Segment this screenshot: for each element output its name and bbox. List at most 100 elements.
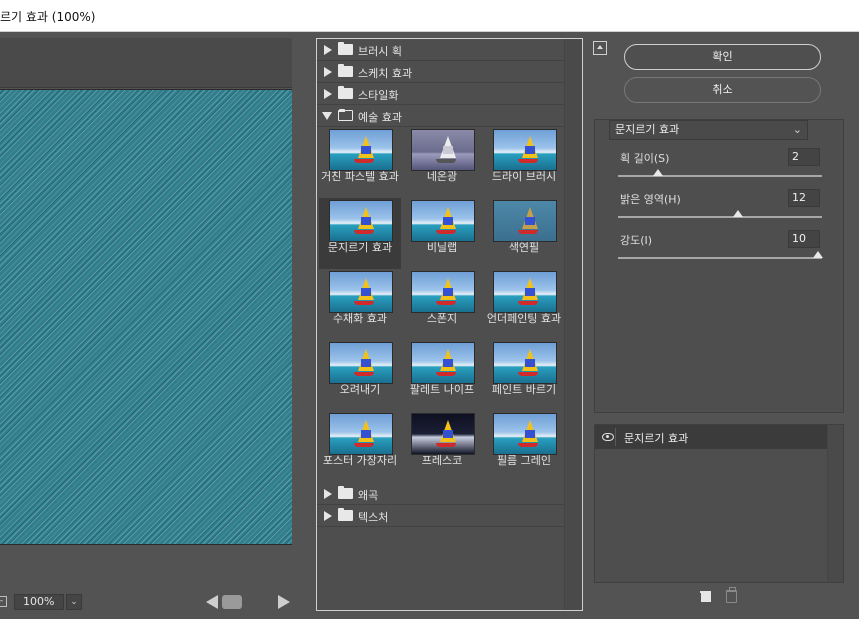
preview-canvas[interactable] (0, 89, 292, 545)
sailboat-hull (436, 230, 456, 234)
filter-thumbnail-image (329, 129, 393, 171)
sailboat-hull (518, 159, 538, 163)
sailboat-hull (518, 301, 538, 305)
folder-row[interactable]: 텍스처 (317, 505, 565, 527)
sailboat-sail2 (443, 146, 453, 154)
folder-row[interactable]: 예술 효과 (317, 105, 565, 127)
param-label: 강도(I) (620, 234, 653, 247)
collapse-gallery-icon[interactable] (593, 41, 607, 55)
cancel-button[interactable]: 취소 (624, 77, 821, 103)
filter-tile[interactable]: 포스터 가장자리 (319, 411, 401, 482)
new-effect-layer-icon[interactable] (698, 591, 711, 602)
zoom-dropdown-button[interactable]: ⌄ (66, 594, 82, 610)
filter-name: 수채화 효과 (332, 312, 388, 325)
scroll-left-icon[interactable] (206, 595, 218, 609)
filter-thumbnail-image (329, 413, 393, 455)
filter-name: 거친 파스텔 효과 (321, 170, 399, 183)
layers-scrollbar[interactable] (827, 425, 843, 582)
filter-gallery: 브러시 획 스케치 효과스타일화예술 효과 거친 파스텔 효과 네온광 드라이 브러시… (316, 38, 583, 611)
preview-statusbar: - 100% ⌄ (0, 592, 308, 612)
filter-name: 언더페인팅 효과 (486, 312, 562, 325)
param-value-input[interactable]: 12 (788, 189, 820, 207)
param-slider-thumb[interactable] (813, 251, 823, 258)
filter-tile[interactable]: 드라이 브러시 (483, 127, 565, 198)
filter-tile[interactable]: 색연필 (483, 198, 565, 269)
filter-tile[interactable]: 네온광 (401, 127, 483, 198)
sailboat-sail2 (443, 288, 453, 296)
folder-row[interactable]: 브러시 획 (317, 39, 565, 61)
trash-icon[interactable] (726, 587, 737, 603)
folder-icon (338, 86, 353, 99)
zoom-out-button[interactable]: - (0, 596, 7, 607)
folder-icon (338, 64, 353, 77)
window-title: 르기 효과 (100%) (0, 10, 96, 24)
filter-tile[interactable]: 거친 파스텔 효과 (319, 127, 401, 198)
triangle-down-icon[interactable] (322, 112, 332, 120)
sailboat-sail2 (443, 359, 453, 367)
zoom-level-field[interactable]: 100% (14, 594, 64, 610)
filter-thumbnail-image (411, 342, 475, 384)
filter-thumbnail-image (493, 342, 557, 384)
filter-tile[interactable]: 문지르기 효과 (319, 198, 401, 269)
filter-tile[interactable]: 비닐랩 (401, 198, 483, 269)
filter-tile[interactable]: 페인트 바르기 (483, 340, 565, 411)
param-slider-track[interactable] (618, 216, 822, 218)
folder-icon (338, 508, 353, 521)
filter-name: 드라이 브러시 (491, 170, 557, 183)
sailboat-hull (354, 443, 374, 447)
param-slider-track[interactable] (618, 175, 822, 177)
filter-name: 포스터 가장자리 (322, 454, 398, 467)
folder-row[interactable]: 스케치 효과 (317, 61, 565, 83)
sailboat-hull (518, 372, 538, 376)
filter-thumbnail-image (493, 413, 557, 455)
param-slider-thumb[interactable] (653, 169, 663, 176)
filter-tile[interactable]: 스폰지 (401, 269, 483, 340)
folder-row[interactable]: 왜곡 (317, 483, 565, 505)
preview-area (0, 38, 308, 590)
scroll-right-icon[interactable] (278, 595, 290, 609)
filter-tile[interactable]: 수채화 효과 (319, 269, 401, 340)
sailboat-sail2 (525, 359, 535, 367)
filter-thumbnails: 거친 파스텔 효과 네온광 드라이 브러시문지르기 효과 비닐랩 색연필수채화 효과 스폰… (317, 127, 565, 483)
filter-thumbnail-image (411, 413, 475, 455)
filter-tile[interactable]: 프레스코 (401, 411, 483, 482)
sailboat-hull (354, 372, 374, 376)
param-value-input[interactable]: 10 (788, 230, 820, 248)
folder-row[interactable]: 스타일화 (317, 83, 565, 105)
triangle-right-icon[interactable] (324, 489, 332, 499)
filter-name: 네온광 (426, 170, 458, 183)
triangle-right-icon[interactable] (324, 45, 332, 55)
folder-label: 스타일화 (358, 89, 399, 102)
filter-select[interactable]: 문지르기 효과 ⌄ (609, 120, 808, 140)
preview-horizontal-scrollbar[interactable] (206, 594, 290, 610)
sailboat-hull (436, 443, 456, 447)
scroll-thumb[interactable] (222, 595, 242, 609)
eye-icon[interactable] (602, 433, 614, 441)
folder-label: 예술 효과 (358, 111, 402, 124)
filter-thumbnail-image (493, 200, 557, 242)
sailboat-sail2 (443, 217, 453, 225)
filter-tile[interactable]: 오려내기 (319, 340, 401, 411)
sailboat-hull (518, 230, 538, 234)
sailboat-hull (354, 230, 374, 234)
param-slider-track[interactable] (618, 257, 822, 259)
filter-tile[interactable]: 필름 그레인 (483, 411, 565, 482)
filter-thumbnail-image (329, 271, 393, 313)
filter-tile[interactable]: 팔레트 나이프 (401, 340, 483, 411)
sailboat-hull (354, 301, 374, 305)
folder-icon (338, 486, 353, 499)
folder-label: 왜곡 (358, 489, 379, 502)
filter-thumbnail-image (329, 200, 393, 242)
sailboat-sail2 (525, 430, 535, 438)
sailboat-hull (436, 159, 456, 163)
param-value-input[interactable]: 2 (788, 148, 820, 166)
triangle-right-icon[interactable] (324, 67, 332, 77)
triangle-right-icon[interactable] (324, 89, 332, 99)
param-slider-thumb[interactable] (733, 210, 743, 217)
filter-tile[interactable]: 언더페인팅 효과 (483, 269, 565, 340)
triangle-right-icon[interactable] (324, 511, 332, 521)
param-label: 밝은 영역(H) (620, 193, 681, 206)
ok-button[interactable]: 확인 (624, 44, 821, 70)
gallery-scrollbar[interactable] (564, 39, 582, 610)
effect-layer-row[interactable]: 문지르기 효과 (595, 425, 827, 449)
